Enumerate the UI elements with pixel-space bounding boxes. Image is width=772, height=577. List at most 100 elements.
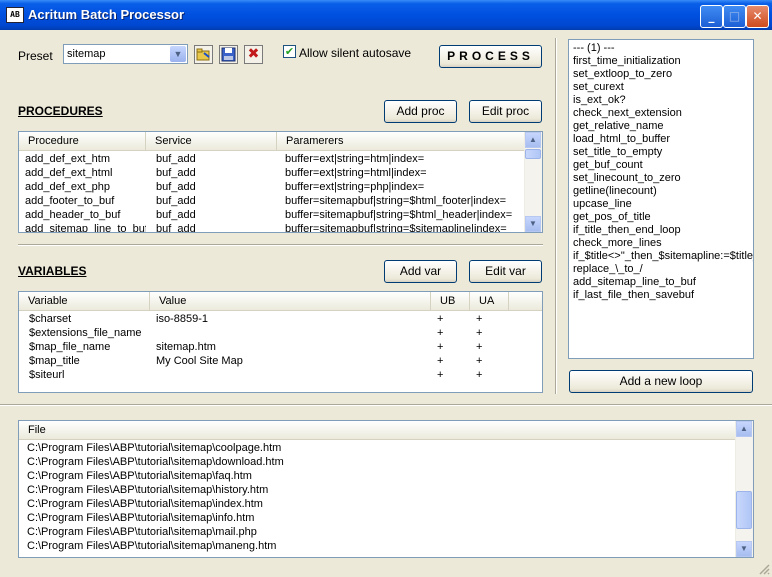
list-item[interactable]: set_title_to_empty: [573, 146, 662, 158]
procedure-parameters: buffer=ext|string=php|index=: [285, 181, 425, 193]
column-header-service[interactable]: Service: [146, 132, 277, 150]
file-path: C:\Program Files\ABP\tutorial\sitemap\co…: [27, 442, 282, 454]
maximize-button[interactable]: □: [723, 5, 746, 28]
table-row[interactable]: $map_file_name sitemap.htm + +: [19, 340, 542, 354]
list-item[interactable]: upcase_line: [573, 198, 632, 210]
list-item[interactable]: if_$title<>''_then_$sitemapline:=$title_…: [573, 250, 753, 262]
table-row[interactable]: $map_title My Cool Site Map + +: [19, 354, 542, 368]
loop-listbox[interactable]: --- (1) --- first_time_initialization se…: [568, 39, 754, 359]
delete-preset-button[interactable]: ✖: [244, 45, 263, 64]
list-item[interactable]: set_linecount_to_zero: [573, 172, 681, 184]
variable-ua: +: [476, 341, 483, 353]
variable-name: $charset: [29, 313, 72, 325]
column-header-procedure[interactable]: Procedure: [19, 132, 146, 150]
delete-x-icon: ✖: [247, 46, 260, 62]
process-button[interactable]: PROCESS: [439, 45, 542, 68]
list-item[interactable]: get_relative_name: [573, 120, 664, 132]
title-bar[interactable]: AB Acritum Batch Processor _ □ ✕: [0, 0, 772, 30]
add-var-button[interactable]: Add var: [384, 260, 457, 283]
list-item[interactable]: get_buf_count: [573, 159, 643, 171]
procedures-grid[interactable]: Procedure Service Paramerers add_def_ext…: [18, 131, 543, 233]
procedure-name: add_sitemap_line_to_buf: [25, 223, 146, 233]
table-row[interactable]: C:\Program Files\ABP\tutorial\sitemap\co…: [19, 441, 736, 455]
scroll-thumb[interactable]: [525, 149, 541, 159]
add-loop-button[interactable]: Add a new loop: [569, 370, 753, 393]
file-path: C:\Program Files\ABP\tutorial\sitemap\in…: [27, 512, 255, 524]
table-row[interactable]: add_header_to_buf buf_add buffer=sitemap…: [19, 208, 527, 222]
table-row[interactable]: $charset iso-8859-1 + +: [19, 312, 542, 326]
table-row[interactable]: C:\Program Files\ABP\tutorial\sitemap\hi…: [19, 483, 736, 497]
allow-autosave-checkbox[interactable]: ✔: [283, 45, 296, 58]
procedure-parameters: buffer=sitemapbuf|string=$sitemapline|in…: [285, 223, 507, 233]
scroll-down-icon[interactable]: ▼: [525, 216, 541, 232]
list-item[interactable]: if_last_file_then_savebuf: [573, 289, 694, 301]
close-button[interactable]: ✕: [746, 5, 769, 28]
column-header-parameters[interactable]: Paramerers: [277, 132, 527, 150]
variables-grid[interactable]: Variable Value UB UA $charset iso-8859-1…: [18, 291, 543, 393]
list-item[interactable]: add_sitemap_line_to_buf: [573, 276, 696, 288]
variables-heading: VARIABLES: [18, 264, 87, 278]
list-item[interactable]: load_html_to_buffer: [573, 133, 670, 145]
minimize-button[interactable]: _: [700, 5, 723, 28]
edit-proc-button[interactable]: Edit proc: [469, 100, 542, 123]
scroll-up-icon[interactable]: ▲: [736, 421, 752, 437]
table-row[interactable]: add_def_ext_php buf_add buffer=ext|strin…: [19, 180, 527, 194]
procedure-service: buf_add: [156, 223, 196, 233]
column-header-variable[interactable]: Variable: [19, 292, 150, 310]
variable-value: My Cool Site Map: [156, 355, 243, 367]
list-item[interactable]: check_more_lines: [573, 237, 662, 249]
list-item[interactable]: --- (1) ---: [573, 42, 615, 54]
column-header-file[interactable]: File: [19, 421, 736, 439]
list-item[interactable]: set_extloop_to_zero: [573, 68, 672, 80]
list-item[interactable]: get_pos_of_title: [573, 211, 651, 223]
close-icon: ✕: [752, 9, 763, 23]
variables-header: Variable Value UB UA: [19, 292, 542, 311]
procedure-service: buf_add: [156, 209, 196, 221]
list-item[interactable]: if_title_then_end_loop: [573, 224, 681, 236]
procedure-service: buf_add: [156, 195, 196, 207]
list-item[interactable]: first_time_initialization: [573, 55, 681, 67]
open-preset-button[interactable]: [194, 45, 213, 64]
table-row[interactable]: $extensions_file_name + +: [19, 326, 542, 340]
list-item[interactable]: check_next_extension: [573, 107, 682, 119]
procedures-header: Procedure Service Paramerers: [19, 132, 527, 151]
add-proc-button[interactable]: Add proc: [384, 100, 457, 123]
column-header-ua[interactable]: UA: [470, 292, 509, 310]
preset-selected-value: sitemap: [67, 48, 106, 60]
maximize-icon: □: [728, 9, 741, 23]
scroll-down-icon[interactable]: ▼: [736, 541, 752, 557]
procedures-scrollbar[interactable]: ▲ ▼: [524, 132, 542, 232]
table-row[interactable]: C:\Program Files\ABP\tutorial\sitemap\ma…: [19, 539, 736, 553]
table-row[interactable]: C:\Program Files\ABP\tutorial\sitemap\in…: [19, 511, 736, 525]
file-path: C:\Program Files\ABP\tutorial\sitemap\fa…: [27, 470, 252, 482]
table-row[interactable]: C:\Program Files\ABP\tutorial\sitemap\ma…: [19, 525, 736, 539]
table-row[interactable]: add_def_ext_htm buf_add buffer=ext|strin…: [19, 152, 527, 166]
table-row[interactable]: C:\Program Files\ABP\tutorial\sitemap\do…: [19, 455, 736, 469]
table-row[interactable]: add_def_ext_html buf_add buffer=ext|stri…: [19, 166, 527, 180]
variable-value: sitemap.htm: [156, 341, 216, 353]
table-row[interactable]: add_sitemap_line_to_buf buf_add buffer=s…: [19, 222, 527, 233]
table-row[interactable]: C:\Program Files\ABP\tutorial\sitemap\in…: [19, 497, 736, 511]
list-item[interactable]: getline(linecount): [573, 185, 657, 197]
files-grid[interactable]: File C:\Program Files\ABP\tutorial\sitem…: [18, 420, 754, 558]
scroll-up-icon[interactable]: ▲: [525, 132, 541, 148]
procedures-heading: PROCEDURES: [18, 104, 103, 118]
save-preset-button[interactable]: [219, 45, 238, 64]
preset-combobox[interactable]: sitemap ▼: [63, 44, 188, 64]
list-item[interactable]: set_curext: [573, 81, 624, 93]
resize-grip-icon[interactable]: [758, 563, 770, 575]
list-item[interactable]: is_ext_ok?: [573, 94, 626, 106]
preset-label: Preset: [18, 49, 53, 63]
chevron-down-icon[interactable]: ▼: [170, 46, 186, 62]
table-row[interactable]: $siteurl + +: [19, 368, 542, 382]
files-scrollbar[interactable]: ▲ ▼: [735, 421, 753, 557]
list-item[interactable]: replace_\_to_/: [573, 263, 643, 275]
scroll-thumb[interactable]: [736, 491, 752, 529]
column-header-value[interactable]: Value: [150, 292, 431, 310]
procedure-service: buf_add: [156, 181, 196, 193]
table-row[interactable]: add_footer_to_buf buf_add buffer=sitemap…: [19, 194, 527, 208]
edit-var-button[interactable]: Edit var: [469, 260, 542, 283]
column-header-ub[interactable]: UB: [431, 292, 470, 310]
variable-ua: +: [476, 313, 483, 325]
table-row[interactable]: C:\Program Files\ABP\tutorial\sitemap\fa…: [19, 469, 736, 483]
